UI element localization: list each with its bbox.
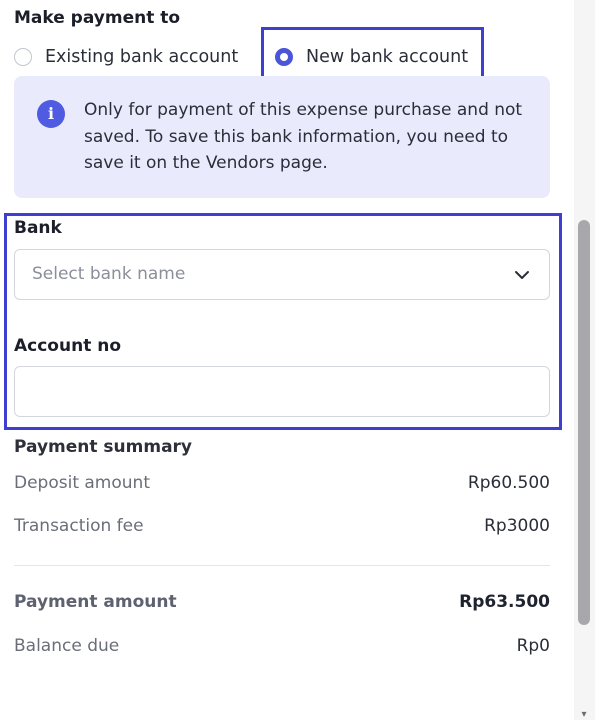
payment-summary-title: Payment summary bbox=[14, 437, 193, 457]
info-text: Only for payment of this expense purchas… bbox=[84, 100, 523, 173]
scroll-down-arrow-icon[interactable]: ▾ bbox=[578, 710, 590, 720]
info-banner: i Only for payment of this expense purch… bbox=[14, 76, 550, 198]
deposit-amount-label: Deposit amount bbox=[14, 473, 150, 493]
bank-select-placeholder: Select bank name bbox=[32, 264, 186, 284]
payment-amount-row: Payment amount Rp63.500 bbox=[14, 592, 550, 612]
payment-amount-value: Rp63.500 bbox=[459, 592, 550, 612]
radio-new-label: New bank account bbox=[306, 47, 469, 67]
deposit-amount-row: Deposit amount Rp60.500 bbox=[14, 473, 550, 493]
radio-existing-label: Existing bank account bbox=[45, 47, 239, 67]
account-no-field[interactable] bbox=[14, 366, 550, 417]
summary-divider bbox=[14, 565, 550, 566]
balance-due-value: Rp0 bbox=[516, 636, 550, 656]
radio-existing-bank-account[interactable]: Existing bank account bbox=[14, 44, 238, 70]
radio-checked-icon[interactable] bbox=[275, 48, 293, 66]
transaction-fee-value: Rp3000 bbox=[484, 516, 550, 536]
balance-due-row: Balance due Rp0 bbox=[14, 636, 550, 656]
info-icon: i bbox=[37, 100, 65, 128]
bank-label: Bank bbox=[14, 218, 62, 238]
radio-unchecked-icon[interactable] bbox=[14, 48, 32, 66]
account-no-input[interactable] bbox=[15, 367, 549, 416]
account-no-label: Account no bbox=[14, 336, 122, 356]
transaction-fee-row: Transaction fee Rp3000 bbox=[14, 516, 550, 536]
scrollbar-thumb[interactable] bbox=[578, 220, 590, 625]
payment-amount-label: Payment amount bbox=[14, 592, 177, 612]
radio-new-bank-account[interactable]: New bank account bbox=[275, 44, 468, 70]
balance-due-label: Balance due bbox=[14, 636, 120, 656]
chevron-down-icon bbox=[515, 271, 529, 279]
transaction-fee-label: Transaction fee bbox=[14, 516, 144, 536]
bank-select[interactable]: Select bank name bbox=[14, 249, 550, 300]
make-payment-title: Make payment to bbox=[14, 8, 181, 28]
payment-panel: Make payment to Existing bank account Ne… bbox=[0, 0, 574, 720]
deposit-amount-value: Rp60.500 bbox=[467, 473, 550, 493]
